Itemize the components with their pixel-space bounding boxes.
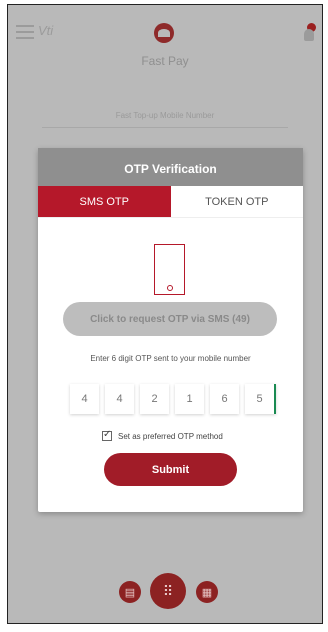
topup-mobile-field[interactable] — [42, 127, 288, 128]
request-otp-button[interactable]: Click to request OTP via SMS (49) — [63, 302, 277, 336]
otp-digit-6[interactable]: 5 — [245, 384, 276, 414]
topup-mobile-label: Fast Top-up Mobile Number — [115, 111, 215, 120]
notification-bell-icon[interactable] — [304, 29, 314, 41]
app-bar: Vti Fast Pay — [8, 5, 322, 75]
preferred-otp-label: Set as preferred OTP method — [118, 431, 223, 441]
menu-icon: ▦ — [201, 586, 213, 599]
otp-method-tabs: SMS OTP TOKEN OTP — [38, 186, 303, 218]
otp-input-group: 4 4 2 1 6 5 — [70, 384, 276, 414]
dialog-title: OTP Verification — [38, 148, 303, 186]
nav-document-button[interactable]: ▤ — [119, 581, 141, 603]
page-title: Fast Pay — [141, 54, 189, 68]
nav-grid-button[interactable]: ⠿ — [150, 573, 186, 609]
logo-icon — [154, 23, 174, 43]
otp-digit-1[interactable]: 4 — [70, 384, 99, 414]
preferred-method-row: Set as preferred OTP method — [102, 429, 223, 441]
otp-digit-2[interactable]: 4 — [105, 384, 134, 414]
otp-instruction: Enter 6 digit OTP sent to your mobile nu… — [90, 354, 251, 363]
otp-digit-5[interactable]: 6 — [210, 384, 239, 414]
otp-digit-3[interactable]: 2 — [140, 384, 169, 414]
brand-text: Vti — [38, 23, 54, 38]
tab-sms-otp[interactable]: SMS OTP — [38, 186, 171, 217]
bottom-navigation: ▤ ⠿ ▦ — [8, 573, 322, 613]
grid-icon: ⠿ — [162, 582, 174, 599]
submit-button[interactable]: Submit — [104, 453, 237, 486]
otp-verification-dialog: OTP Verification SMS OTP TOKEN OTP Click… — [38, 148, 303, 512]
tab-token-otp[interactable]: TOKEN OTP — [170, 186, 303, 217]
otp-digit-4[interactable]: 1 — [175, 384, 204, 414]
document-icon: ▤ — [124, 586, 136, 599]
preferred-otp-checkbox[interactable] — [102, 429, 112, 441]
phone-icon — [154, 244, 185, 295]
nav-menu-button[interactable]: ▦ — [196, 581, 218, 603]
hamburger-menu-icon[interactable] — [16, 25, 34, 39]
